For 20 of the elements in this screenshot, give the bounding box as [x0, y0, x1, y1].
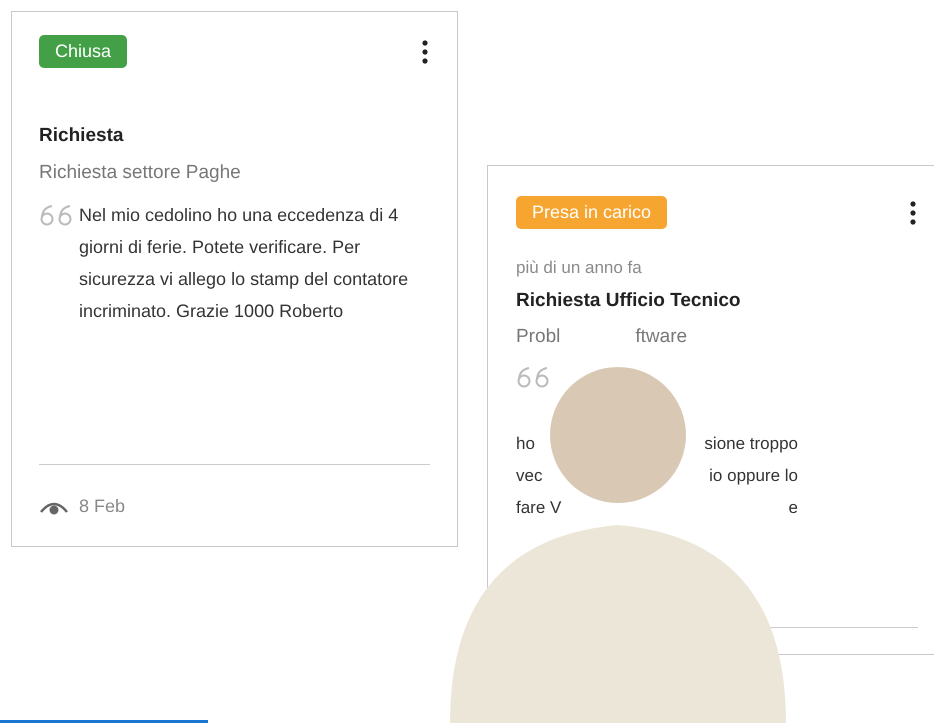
request-message: vec	[516, 464, 542, 486]
card-subtitle: ftware	[635, 325, 688, 349]
quote-icon	[516, 366, 550, 388]
quote-icon	[39, 204, 73, 226]
card-title: Richiesta	[39, 124, 124, 148]
timestamp: più di un anno fa	[516, 257, 643, 279]
card-date: 8 Feb	[79, 495, 126, 518]
card-subtitle: Richiesta settore Paghe	[39, 160, 241, 184]
request-message: Nel mio cedolino ho una eccedenza di 4 giorni di ferie. Potete verificare. Per sicurezza vi allego lo stamp del contatore incriminato. Grazie 1000 Roberto	[79, 204, 410, 323]
status-badge: Presa in carico	[516, 196, 668, 229]
request-message: sione troppo	[704, 432, 798, 454]
card-subtitle: Probl	[516, 325, 560, 349]
card-title: Richiesta Ufficio Tecnico	[516, 288, 742, 312]
request-message: ho	[516, 432, 535, 454]
request-message: io oppure lo	[709, 464, 798, 486]
request-message: fare V	[516, 496, 562, 518]
request-message: e	[788, 496, 798, 518]
status-badge: Chiusa	[39, 35, 128, 68]
more-options-icon[interactable]	[910, 200, 916, 224]
more-options-icon[interactable]	[422, 40, 428, 64]
